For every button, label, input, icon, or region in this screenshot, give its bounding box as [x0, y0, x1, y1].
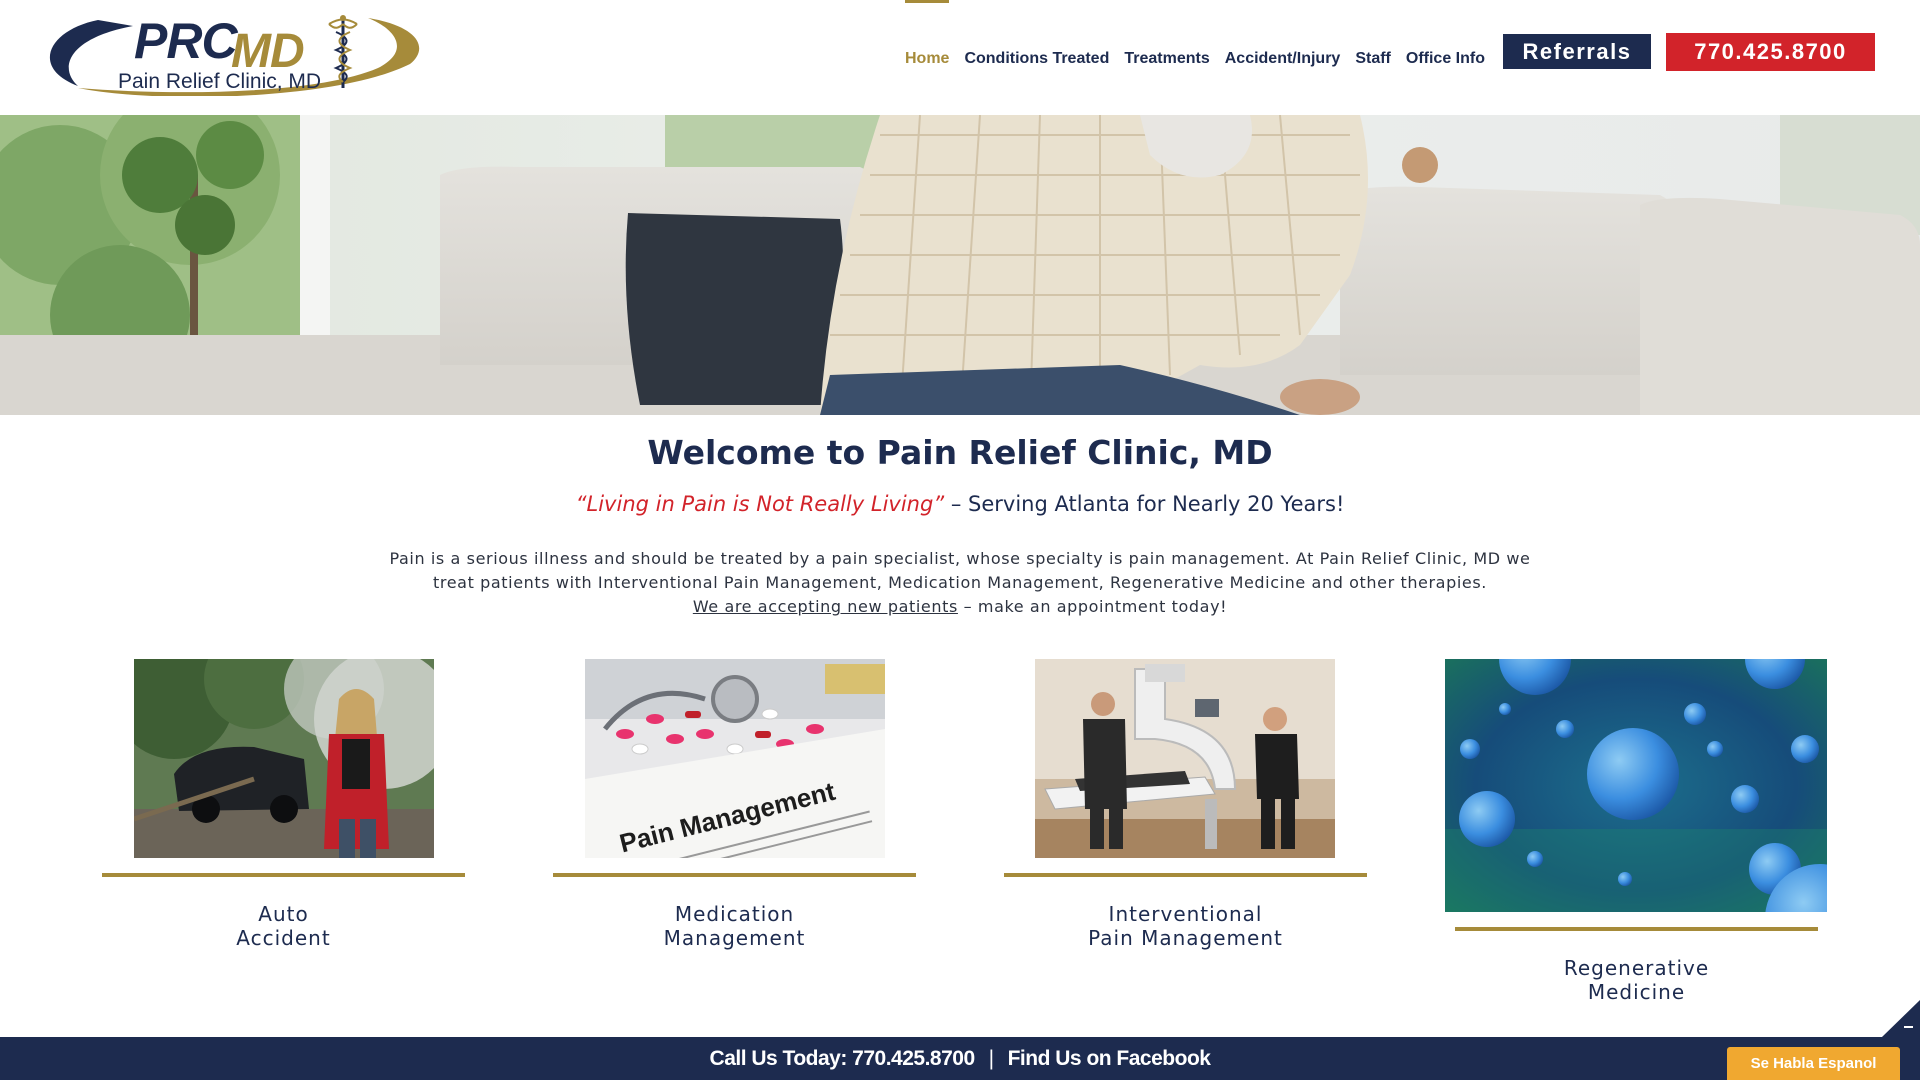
nav-staff[interactable]: Staff	[1355, 0, 1391, 115]
auto-accident-divider	[102, 873, 465, 877]
collapse-corner-tab[interactable]	[1882, 1000, 1920, 1037]
tagline: “Living in Pain is Not Really Living” – …	[0, 492, 1920, 516]
regenerative-label-line2: Medicine	[1587, 980, 1686, 1004]
nav-conditions-treated[interactable]: Conditions Treated	[964, 0, 1109, 115]
auto-accident-label-line1: Auto	[258, 902, 309, 926]
referrals-button[interactable]: Referrals	[1503, 34, 1651, 69]
interventional-label-line1: Interventional	[1108, 902, 1263, 926]
se-habla-espanol-button[interactable]: Se Habla Espanol	[1727, 1047, 1900, 1080]
regenerative-medicine-image[interactable]	[1445, 659, 1827, 912]
nav-accident-injury[interactable]: Accident/Injury	[1225, 0, 1341, 115]
hero-image	[0, 115, 1920, 415]
intro-line-2: treat patients with Interventional Pain …	[433, 573, 1487, 592]
interventional-pain-management-divider	[1004, 873, 1367, 877]
phone-button[interactable]: 770.425.8700	[1666, 33, 1875, 71]
tagline-quote: “Living in Pain is Not Really Living”	[575, 492, 945, 516]
logo-subtitle: Pain Relief Clinic, MD	[118, 70, 322, 93]
nav-office-info[interactable]: Office Info	[1406, 0, 1485, 115]
minus-icon	[1904, 1026, 1913, 1028]
accepting-patients-link[interactable]: We are accepting new patients	[693, 597, 958, 616]
main-nav: Home Conditions Treated Treatments Accid…	[905, 0, 1500, 115]
medication-management-label[interactable]: Medication Management	[553, 902, 916, 950]
interventional-label-line2: Pain Management	[1088, 926, 1283, 950]
footer-bar: Call Us Today: 770.425.8700 | Find Us on…	[0, 1037, 1920, 1080]
nav-home[interactable]: Home	[905, 0, 950, 115]
intro-line-3: We are accepting new patients – make an …	[360, 595, 1560, 619]
regenerative-medicine-divider	[1455, 927, 1818, 931]
intro-line-1: Pain is a serious illness and should be …	[389, 549, 1531, 568]
site-header: PRC MD Pain Relief Clinic, MD Home Condi…	[0, 0, 1920, 115]
footer-facebook-link[interactable]: Find Us on Facebook	[1008, 1047, 1211, 1071]
medication-management-divider	[553, 873, 916, 877]
site-logo[interactable]: PRC MD Pain Relief Clinic, MD	[38, 8, 423, 96]
medication-management-label-line2: Management	[663, 926, 806, 950]
welcome-title: Welcome to Pain Relief Clinic, MD	[647, 433, 1273, 472]
auto-accident-image[interactable]	[134, 659, 434, 858]
footer-separator: |	[988, 1046, 994, 1070]
auto-accident-label[interactable]: Auto Accident	[102, 902, 465, 950]
intro-paragraph: Pain is a serious illness and should be …	[360, 547, 1560, 619]
regenerative-label-line1: Regenerative	[1563, 956, 1710, 980]
interventional-pain-management-image[interactable]	[1035, 659, 1335, 858]
regenerative-medicine-label[interactable]: Regenerative Medicine	[1455, 956, 1818, 1004]
medication-management-image[interactable]: Pain Management	[585, 659, 885, 858]
auto-accident-label-line2: Accident	[236, 926, 331, 950]
medication-management-label-line1: Medication	[674, 902, 795, 926]
accepting-rest: – make an appointment today!	[957, 597, 1228, 616]
logo-prc-text: PRC	[134, 13, 238, 69]
nav-treatments[interactable]: Treatments	[1124, 0, 1209, 115]
footer-call-link[interactable]: Call Us Today: 770.425.8700	[710, 1047, 976, 1071]
tagline-rest: – Serving Atlanta for Nearly 20 Years!	[944, 492, 1345, 516]
interventional-pain-management-label[interactable]: Interventional Pain Management	[1004, 902, 1367, 950]
